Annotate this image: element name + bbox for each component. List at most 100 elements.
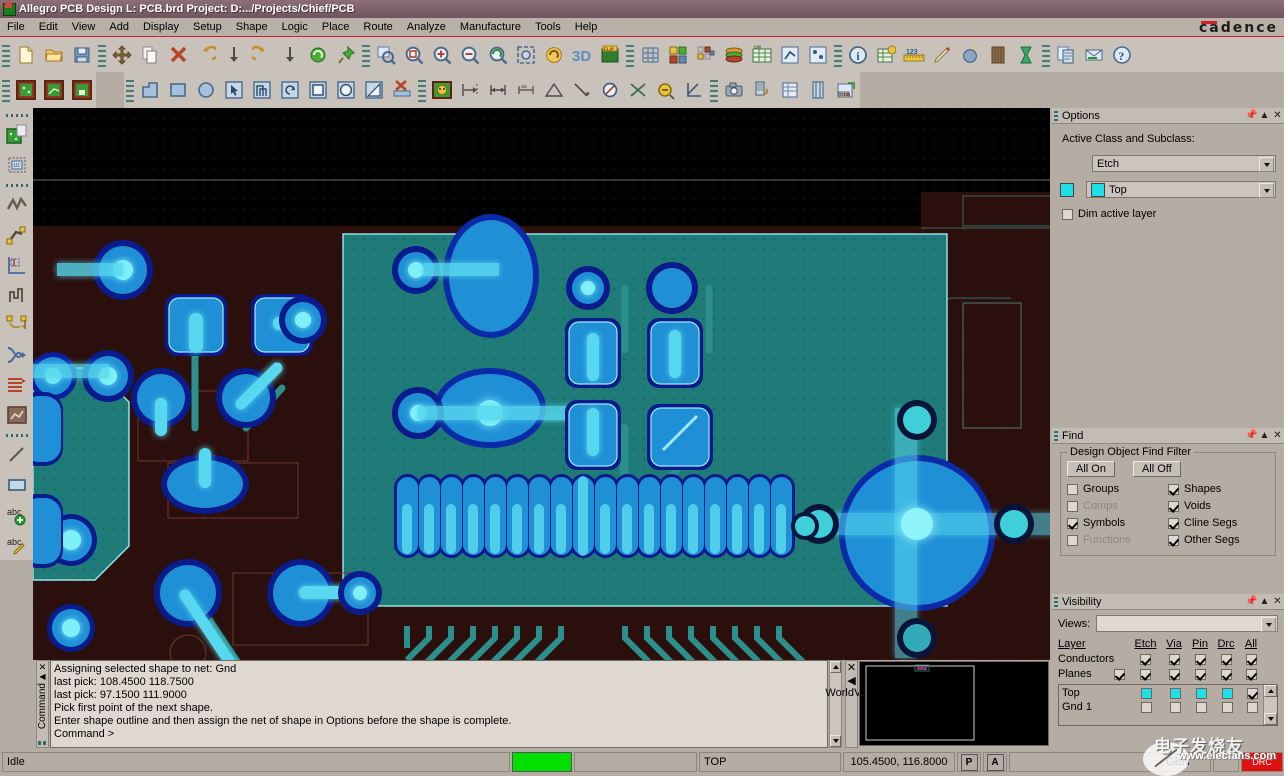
zoom-fit-icon[interactable] xyxy=(372,40,400,70)
layer-list-scrollbar[interactable] xyxy=(1263,685,1277,725)
chevron-up-icon[interactable]: ▲ xyxy=(1258,109,1271,122)
toolbar-grip[interactable] xyxy=(126,77,134,103)
custom-smooth-icon[interactable] xyxy=(2,280,32,310)
delete-x-icon[interactable] xyxy=(164,40,192,70)
padstack-icon[interactable] xyxy=(804,40,832,70)
menu-item-view[interactable]: View xyxy=(65,20,103,34)
toolbar-grip[interactable] xyxy=(4,182,30,189)
gnd1-pin-checkbox[interactable] xyxy=(1196,702,1207,713)
pin-icon[interactable]: 📌 xyxy=(1245,429,1258,442)
chevron-left-icon[interactable]: ◀ xyxy=(39,672,45,681)
chamfer-icon[interactable] xyxy=(624,75,652,105)
find-checkbox-voids[interactable] xyxy=(1168,501,1179,512)
void-rectangle-icon[interactable] xyxy=(304,75,332,105)
toolbar-grip[interactable] xyxy=(362,42,370,68)
close-icon[interactable]: ✕ xyxy=(1271,429,1284,442)
info-icon[interactable]: i xyxy=(844,40,872,70)
toolbar-grip[interactable] xyxy=(2,77,10,103)
menu-item-place[interactable]: Place xyxy=(315,20,357,34)
netlist-icon[interactable] xyxy=(776,40,804,70)
dehighlight-icon[interactable] xyxy=(956,40,984,70)
report-icon[interactable] xyxy=(872,40,900,70)
close-icon[interactable]: ✕ xyxy=(1271,595,1284,608)
bus-route-icon[interactable] xyxy=(2,370,32,400)
thermal-relief-icon[interactable] xyxy=(748,75,776,105)
copy-design-icon[interactable] xyxy=(1052,40,1080,70)
dimension-edit-icon[interactable] xyxy=(652,75,680,105)
zoom-in-icon[interactable] xyxy=(428,40,456,70)
void-circle-icon[interactable] xyxy=(332,75,360,105)
route-auto-icon[interactable] xyxy=(2,340,32,370)
gnd1-drc-checkbox[interactable] xyxy=(1222,702,1233,713)
active-subclass-select[interactable]: Top xyxy=(1086,181,1276,198)
void-polygon-icon[interactable] xyxy=(360,75,388,105)
menu-item-setup[interactable]: Setup xyxy=(186,20,229,34)
linear-dimension-icon[interactable] xyxy=(484,75,512,105)
zoom-out-icon[interactable] xyxy=(456,40,484,70)
conductors-etch-checkbox[interactable] xyxy=(1140,654,1151,665)
planes-pin-checkbox[interactable] xyxy=(1195,669,1206,680)
color-layers-icon[interactable] xyxy=(664,40,692,70)
find-checkbox-symbols[interactable] xyxy=(1067,518,1078,529)
find-checkbox-groups[interactable] xyxy=(1067,484,1078,495)
measure-ruler-icon[interactable]: 123 xyxy=(900,40,928,70)
planes-all-checkbox[interactable] xyxy=(1246,669,1257,680)
contour-route-icon[interactable] xyxy=(2,400,32,430)
dim-active-layer-checkbox[interactable] xyxy=(1062,209,1073,220)
console-prompt[interactable]: Command > xyxy=(54,728,824,741)
zoom-previous-icon[interactable] xyxy=(484,40,512,70)
views-select[interactable] xyxy=(1096,615,1278,632)
balloon-icon[interactable] xyxy=(596,75,624,105)
edit-text-icon[interactable]: abc xyxy=(2,530,32,560)
scroll-up-button[interactable] xyxy=(1264,685,1277,697)
toolbar-grip[interactable] xyxy=(4,432,30,439)
scroll-down-button[interactable] xyxy=(1264,713,1277,725)
menu-item-tools[interactable]: Tools xyxy=(528,20,568,34)
new-file-icon[interactable] xyxy=(12,40,40,70)
chevron-up-icon[interactable]: ▲ xyxy=(1258,429,1271,442)
add-text-icon[interactable]: abc xyxy=(2,500,32,530)
shape-add-rect-icon[interactable] xyxy=(12,75,40,105)
waive-drc-icon[interactable] xyxy=(984,40,1012,70)
panel-grip-icon[interactable] xyxy=(1054,111,1058,121)
pin-icon[interactable]: 📌 xyxy=(1245,109,1258,122)
planes-drc-checkbox[interactable] xyxy=(1221,669,1232,680)
pin-icon[interactable]: 📌 xyxy=(1245,595,1258,608)
dimension-env-icon[interactable] xyxy=(428,75,456,105)
panel-grip-icon[interactable] xyxy=(1054,431,1058,441)
shape-delete-icon[interactable] xyxy=(68,75,96,105)
leader-line-icon[interactable] xyxy=(568,75,596,105)
find-checkbox-cline-segs[interactable] xyxy=(1168,518,1179,529)
layer-row-top[interactable]: Top xyxy=(1059,685,1277,699)
slope-annotate-icon[interactable] xyxy=(680,75,708,105)
copy-icon[interactable] xyxy=(136,40,164,70)
shape-polygon-icon[interactable] xyxy=(136,75,164,105)
menu-item-add[interactable]: Add xyxy=(102,20,136,34)
shape-edit-icon[interactable] xyxy=(40,75,68,105)
pcb-artwork[interactable] xyxy=(33,108,1050,660)
toolbar-grip[interactable] xyxy=(4,112,30,119)
place-component-icon[interactable]: U1 xyxy=(2,150,32,180)
shape-select-icon[interactable] xyxy=(220,75,248,105)
layer-list[interactable]: Top Gnd 1 xyxy=(1058,684,1278,726)
scroll-down-button[interactable] xyxy=(830,735,841,747)
refresh-green-icon[interactable] xyxy=(304,40,332,70)
top-all-checkbox[interactable] xyxy=(1247,688,1258,699)
save-disk-icon[interactable] xyxy=(68,40,96,70)
close-icon[interactable]: ✕ xyxy=(1271,109,1284,122)
planes-etch-checkbox[interactable] xyxy=(1140,669,1151,680)
undo-icon[interactable] xyxy=(192,40,220,70)
add-line-icon[interactable] xyxy=(2,440,32,470)
view-3d-icon[interactable]: 3D xyxy=(568,40,596,70)
gnd1-etch-checkbox[interactable] xyxy=(1141,702,1152,713)
chevron-down-icon[interactable] xyxy=(1259,183,1274,198)
highlight-icon[interactable] xyxy=(928,40,956,70)
rotate-view-icon[interactable] xyxy=(540,40,568,70)
email-icon[interactable] xyxy=(1080,40,1108,70)
toolbar-grip[interactable] xyxy=(98,42,106,68)
all-on-button[interactable]: All On xyxy=(1067,461,1115,477)
mode-a-button[interactable]: A xyxy=(983,752,1007,772)
shape-decompose-icon[interactable] xyxy=(276,75,304,105)
close-icon[interactable]: ✕ xyxy=(39,662,47,672)
route-connect-icon[interactable] xyxy=(2,190,32,220)
